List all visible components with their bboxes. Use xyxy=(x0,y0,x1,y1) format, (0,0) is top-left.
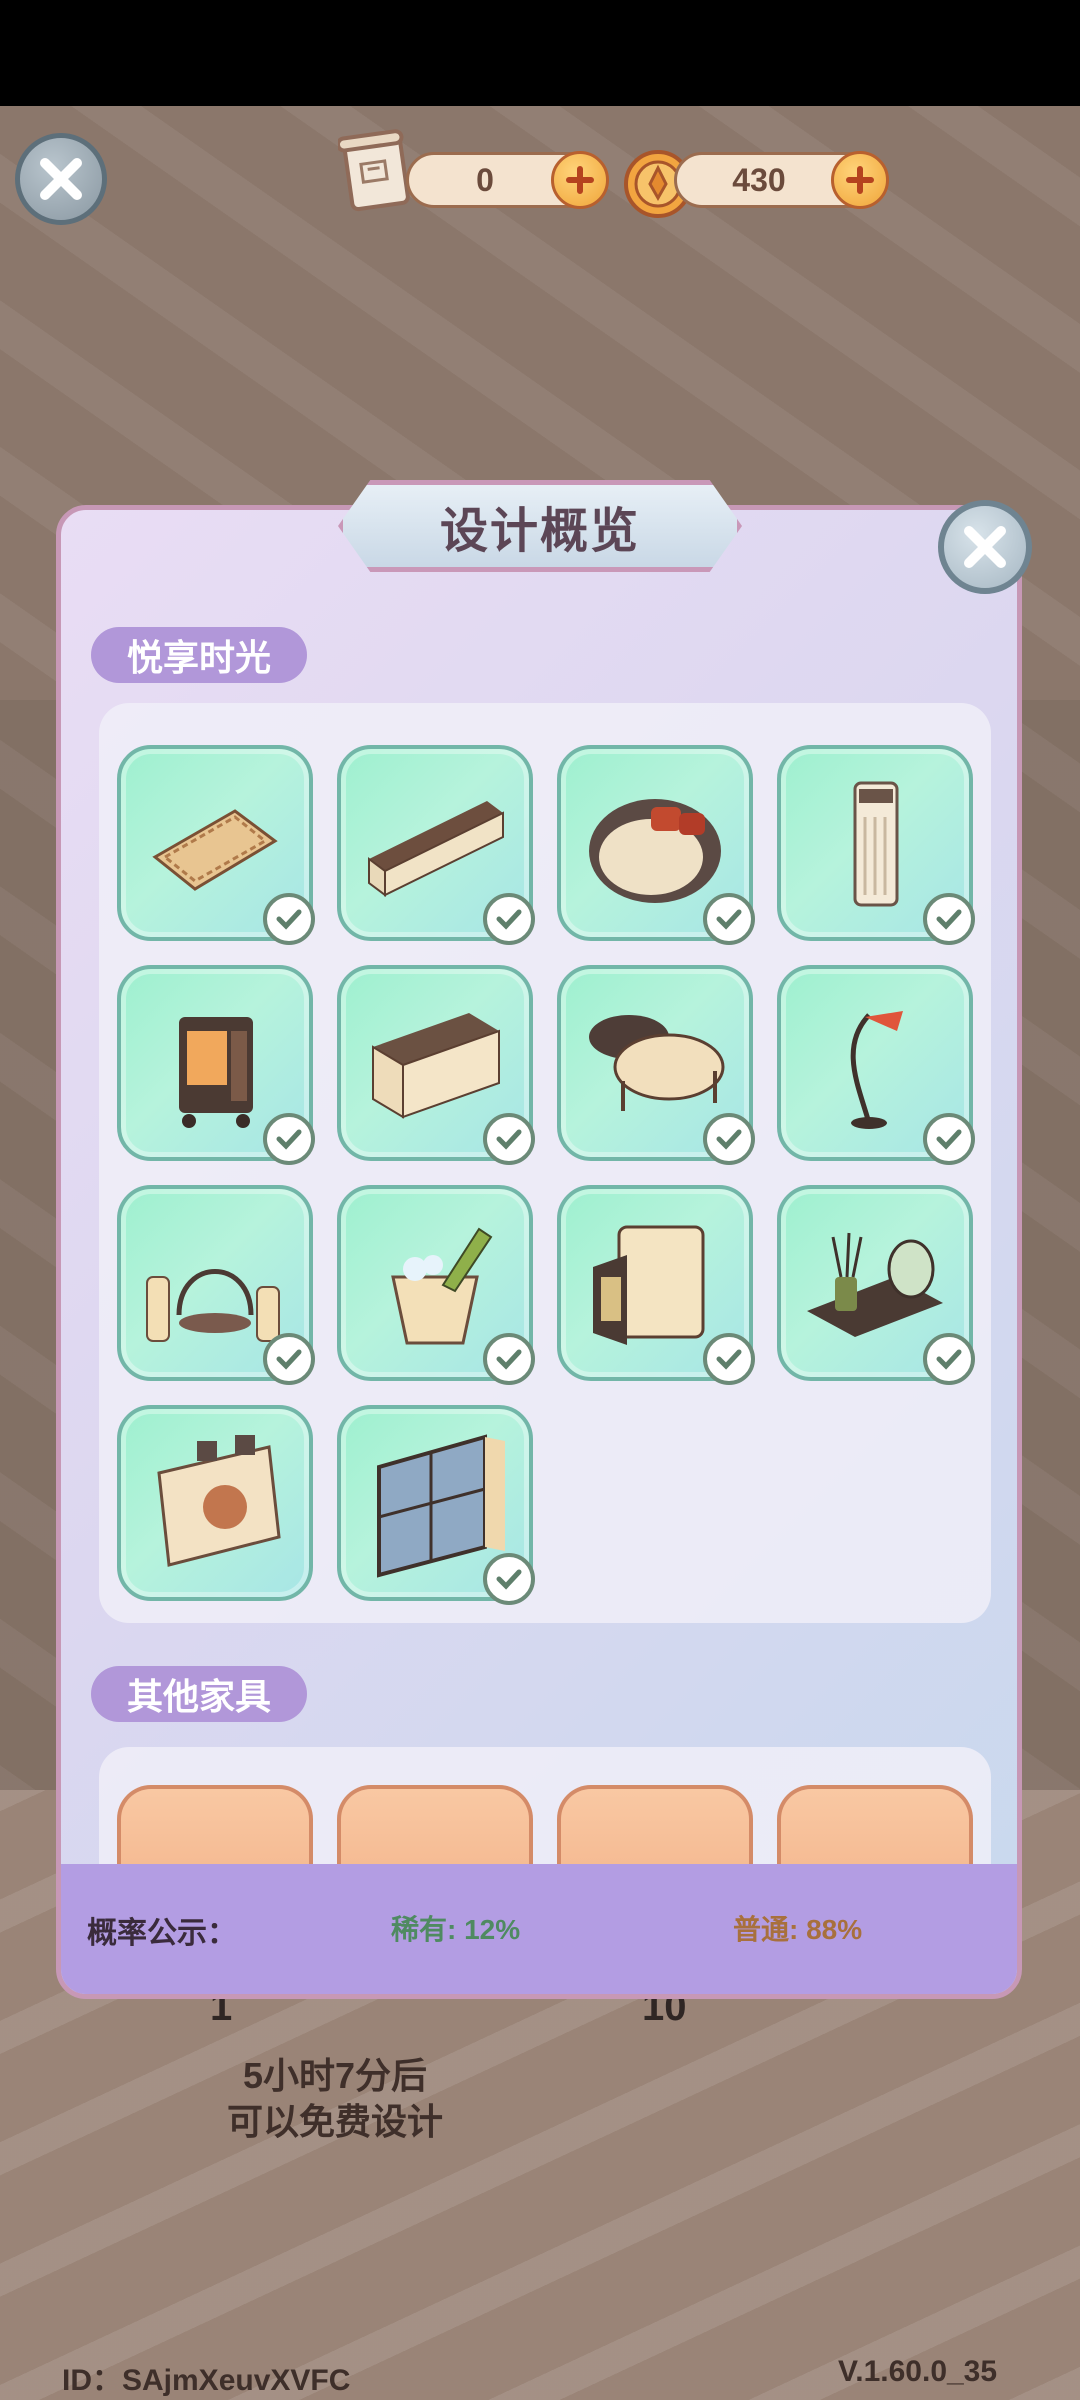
diffuser-icon xyxy=(807,1232,943,1337)
furniture-item-round-sofa[interactable] xyxy=(557,745,755,945)
common-probability: 普通: 88% xyxy=(733,1914,863,1945)
check-icon xyxy=(276,1349,302,1370)
coffee-table-icon xyxy=(589,1015,725,1111)
fireplace-cart-icon xyxy=(179,1017,253,1128)
check-icon xyxy=(276,1129,302,1150)
status-bar xyxy=(0,0,1080,106)
furniture-item-poster-board[interactable] xyxy=(117,1405,313,1601)
check-icon xyxy=(716,909,742,930)
section-label: 其他家具 xyxy=(91,1666,308,1722)
check-icon xyxy=(496,1129,522,1150)
dialog-title: 设计概览 xyxy=(439,505,640,558)
round-sofa-icon xyxy=(589,799,721,903)
check-icon xyxy=(716,1349,742,1370)
back-button[interactable] xyxy=(15,133,107,225)
check-icon xyxy=(496,909,522,930)
rare-probability: 稀有: 12% xyxy=(391,1914,521,1945)
owned-check xyxy=(923,893,975,945)
furniture-item-mini-fridge[interactable] xyxy=(557,1185,755,1385)
scroll-currency: 0 xyxy=(406,151,609,209)
design-overview-dialog: 悦享时光 其他家具 概率公示： 稀有: 12% 普通: 88% xyxy=(56,505,1022,1999)
furniture-item-coffee-tables[interactable] xyxy=(557,965,755,1165)
floor-lamp-icon xyxy=(850,1011,903,1129)
owned-check xyxy=(263,1333,315,1385)
furniture-item-sideboard[interactable] xyxy=(337,965,535,1165)
champagne-bucket-icon xyxy=(391,1227,493,1345)
owned-check xyxy=(703,1333,755,1385)
check-icon xyxy=(936,1349,962,1370)
owned-check xyxy=(263,893,315,945)
check-icon xyxy=(496,1569,522,1590)
furniture-item-fireplace-cart[interactable] xyxy=(117,965,315,1165)
furniture-item-tv-stand[interactable] xyxy=(337,745,535,945)
probability-label: 概率公示： xyxy=(87,1917,237,1950)
furniture-item-window[interactable] xyxy=(337,1405,535,1605)
close-icon xyxy=(40,158,82,200)
free-design-countdown: 5小时7分后 xyxy=(242,2055,428,2096)
plus-icon xyxy=(566,166,594,194)
owned-check xyxy=(923,1113,975,1165)
check-icon xyxy=(496,1349,522,1370)
rug-icon xyxy=(152,809,278,891)
owned-check xyxy=(483,1333,535,1385)
air-purifier-icon xyxy=(853,781,899,907)
close-icon xyxy=(964,526,1006,568)
furniture-item-air-purifier[interactable] xyxy=(777,745,975,945)
check-icon xyxy=(276,909,302,930)
furniture-item-candles[interactable] xyxy=(117,1185,315,1385)
furniture-item-rug[interactable] xyxy=(117,745,315,945)
owned-check xyxy=(483,1113,535,1165)
coin-count: 430 xyxy=(732,161,786,198)
player-id: ID：SAjmXeuvXVFC xyxy=(62,2364,351,2397)
scroll-count: 0 xyxy=(476,161,494,198)
check-icon xyxy=(936,909,962,930)
poster-board-icon xyxy=(157,1435,281,1567)
add-scroll-button[interactable] xyxy=(551,151,609,209)
check-icon xyxy=(936,1129,962,1150)
add-coin-button[interactable] xyxy=(831,151,889,209)
check-icon xyxy=(716,1129,742,1150)
owned-check xyxy=(703,893,755,945)
dialog-title-ribbon: 设计概览 xyxy=(338,480,742,572)
close-dialog-button[interactable] xyxy=(938,500,1032,594)
mini-fridge-icon xyxy=(593,1225,705,1345)
owned-check xyxy=(263,1113,315,1165)
free-design-note: 可以免费设计 xyxy=(226,2101,443,2142)
owned-check xyxy=(483,1553,535,1605)
furniture-item-champagne-bucket[interactable] xyxy=(337,1185,535,1385)
version-label: V.1.60.0_35 xyxy=(838,2355,998,2388)
candle-icon xyxy=(146,1269,280,1342)
owned-check xyxy=(923,1333,975,1385)
plus-icon xyxy=(846,166,874,194)
window-icon xyxy=(377,1434,505,1578)
coin-currency: 430 xyxy=(674,151,889,209)
owned-check xyxy=(483,893,535,945)
sideboard-icon xyxy=(372,1013,500,1119)
furniture-item-floor-lamp[interactable] xyxy=(777,965,975,1165)
section-label: 悦享时光 xyxy=(91,627,308,683)
free-design-timer: 5小时7分后 可以免费设计 xyxy=(185,2053,485,2145)
tv-stand-icon xyxy=(368,801,504,897)
furniture-item-diffuser-tray[interactable] xyxy=(777,1185,975,1385)
probability-bar: 概率公示： 稀有: 12% 普通: 88% xyxy=(61,1864,1017,1994)
owned-check xyxy=(703,1113,755,1165)
blueprint-scroll-icon xyxy=(338,129,410,212)
